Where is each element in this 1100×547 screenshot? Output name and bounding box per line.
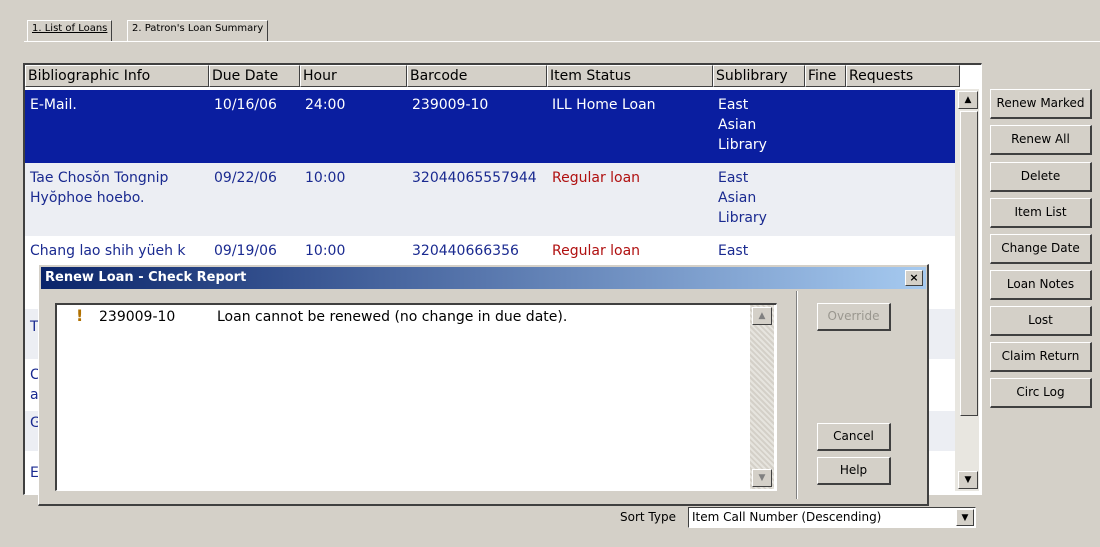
cell-item-status: Regular loan: [552, 243, 641, 259]
tab-strip-divider: [24, 41, 1100, 42]
message-vertical-scrollbar[interactable]: ▲ ▼: [750, 305, 774, 489]
tab-list-of-loans[interactable]: 1. List of Loans: [27, 20, 113, 42]
cell-item-status: Regular loan: [552, 170, 641, 186]
cell-hour: 10:00: [305, 243, 346, 259]
sort-type-select[interactable]: Item Call Number (Descending) ▼: [688, 507, 976, 528]
help-button[interactable]: Help: [817, 457, 891, 485]
cell-barcode: 32044065557944: [412, 170, 537, 186]
cell-bib-info: Tae Chosŏn Tongnip Hyŏphoe hoebo.: [30, 170, 169, 206]
column-header-fine[interactable]: Fine: [805, 65, 846, 87]
dialog-separator: [796, 291, 798, 499]
scrollbar-thumb[interactable]: [960, 111, 978, 416]
table-row[interactable]: E-Mail. 10/16/06 24:00 239009-10 ILL Hom…: [25, 90, 958, 163]
dialog-title: Renew Loan - Check Report: [45, 270, 247, 285]
chevron-down-icon[interactable]: ▼: [956, 509, 974, 526]
cell-due-date: 09/22/06: [214, 170, 277, 186]
cell-bib-info: Chang lao shih yüeh k: [30, 243, 186, 259]
message-list: ! 239009-10 Loan cannot be renewed (no c…: [55, 303, 777, 491]
cell-barcode: 320440666356: [412, 243, 519, 259]
warning-icon: !: [76, 306, 84, 325]
column-header-bibliographic-info[interactable]: Bibliographic Info: [25, 65, 209, 87]
cell-hour: 10:00: [305, 170, 346, 186]
scroll-down-arrow-icon[interactable]: ▼: [958, 471, 978, 489]
item-list-button[interactable]: Item List: [990, 198, 1092, 228]
change-date-button[interactable]: Change Date: [990, 234, 1092, 264]
cell-sublibrary: East Asian Library: [718, 97, 767, 153]
loan-notes-button[interactable]: Loan Notes: [990, 270, 1092, 300]
message-text: Loan cannot be renewed (no change in due…: [217, 309, 568, 325]
column-header-barcode[interactable]: Barcode: [407, 65, 547, 87]
message-barcode: 239009-10: [99, 309, 176, 325]
cell-sublibrary: East Asian Library: [718, 170, 767, 226]
cell-bib-info: E-Mail.: [30, 97, 77, 113]
tab-patron-loan-summary[interactable]: 2. Patron's Loan Summary: [127, 20, 269, 42]
scroll-up-arrow-icon[interactable]: ▲: [752, 307, 772, 325]
sort-type-value: Item Call Number (Descending): [692, 510, 882, 524]
cell-item-status: ILL Home Loan: [552, 97, 656, 113]
renew-loan-check-report-dialog: Renew Loan - Check Report × ! 239009-10 …: [38, 264, 929, 506]
sort-type-label: Sort Type: [620, 510, 676, 524]
column-header-sublibrary[interactable]: Sublibrary: [713, 65, 805, 87]
column-header-requests[interactable]: Requests: [846, 65, 960, 87]
close-icon[interactable]: ×: [905, 270, 923, 286]
override-button[interactable]: Override: [817, 303, 891, 331]
cell-sublibrary: East: [718, 243, 749, 259]
scroll-up-arrow-icon[interactable]: ▲: [958, 91, 978, 109]
scroll-down-arrow-icon[interactable]: ▼: [752, 469, 772, 487]
table-row[interactable]: Tae Chosŏn Tongnip Hyŏphoe hoebo. 09/22/…: [25, 163, 958, 236]
column-header-hour[interactable]: Hour: [300, 65, 407, 87]
cell-hour: 24:00: [305, 97, 346, 113]
delete-button[interactable]: Delete: [990, 162, 1092, 192]
column-header-due-date[interactable]: Due Date: [209, 65, 300, 87]
lost-button[interactable]: Lost: [990, 306, 1092, 336]
claim-return-button[interactable]: Claim Return: [990, 342, 1092, 372]
cell-barcode: 239009-10: [412, 97, 489, 113]
cell-due-date: 10/16/06: [214, 97, 277, 113]
renew-marked-button[interactable]: Renew Marked: [990, 89, 1092, 119]
cell-due-date: 09/19/06: [214, 243, 277, 259]
dialog-title-bar[interactable]: Renew Loan - Check Report ×: [41, 267, 926, 289]
column-header-item-status[interactable]: Item Status: [547, 65, 713, 87]
circ-log-button[interactable]: Circ Log: [990, 378, 1092, 408]
cancel-button[interactable]: Cancel: [817, 423, 891, 451]
renew-all-button[interactable]: Renew All: [990, 125, 1092, 155]
